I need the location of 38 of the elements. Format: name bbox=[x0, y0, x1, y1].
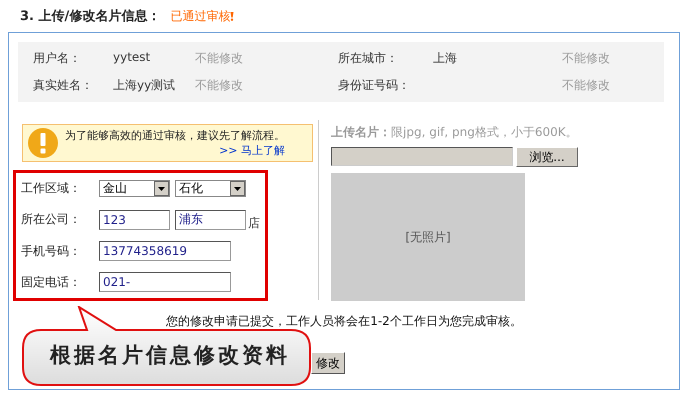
learn-more-link[interactable]: >> 马上了解 bbox=[219, 143, 285, 158]
status-message: 您的修改申请已提交，工作人员将会在1-2个工作日为您完成审核。 bbox=[165, 313, 523, 330]
field-label: 真实姓名： bbox=[33, 77, 94, 94]
input-field[interactable]: 浦东 bbox=[175, 210, 246, 230]
status-text: 已通过审核 bbox=[170, 8, 230, 24]
dropdown[interactable]: 金山 bbox=[99, 180, 170, 198]
field-value: 上海 bbox=[433, 50, 458, 67]
field-label: 所在城市： bbox=[338, 50, 399, 67]
suffix-text: 店 bbox=[248, 214, 260, 232]
field-label: 用户名： bbox=[33, 50, 82, 67]
input-field[interactable]: 123 bbox=[99, 210, 170, 230]
browse-button[interactable]: 浏览... bbox=[516, 147, 578, 167]
form-label: 手机号码： bbox=[21, 242, 82, 260]
warning-icon bbox=[27, 127, 59, 159]
section-title: 3. 上传/修改名片信息： bbox=[20, 8, 160, 25]
field-note: 不能修改 bbox=[562, 77, 611, 94]
field-note: 不能修改 bbox=[195, 77, 244, 94]
field-note: 不能修改 bbox=[562, 50, 611, 67]
form-label: 工作区域： bbox=[21, 180, 82, 198]
input-field[interactable]: 13774358619 bbox=[99, 241, 231, 262]
callout-text: 根据名片信息修改资料 bbox=[48, 342, 291, 369]
input-field[interactable]: 021- bbox=[99, 272, 231, 292]
submit-button[interactable]: 修改 bbox=[311, 352, 345, 374]
form-label: 所在公司： bbox=[21, 211, 82, 228]
field-note: 不能修改 bbox=[195, 50, 244, 67]
field-value: yytest bbox=[113, 50, 152, 66]
file-path-field[interactable] bbox=[331, 147, 513, 166]
form-label: 固定电话： bbox=[21, 274, 82, 291]
notice-text: 为了能够高效的通过审核，建议先了解流程。 bbox=[65, 128, 285, 143]
upload-hint: 限jpg, gif, png格式，小于600K。 bbox=[391, 125, 578, 139]
caret-icon bbox=[158, 186, 165, 191]
dropdown[interactable]: 石化 bbox=[175, 180, 246, 198]
upload-label: 上传名片： bbox=[331, 125, 391, 139]
placeholder-text: [无照片] bbox=[405, 228, 451, 246]
field-value: 上海yy测试 bbox=[113, 77, 176, 94]
exclamation-icon bbox=[230, 12, 234, 20]
caret-icon bbox=[234, 186, 241, 191]
field-label: 身份证号码： bbox=[338, 77, 411, 94]
